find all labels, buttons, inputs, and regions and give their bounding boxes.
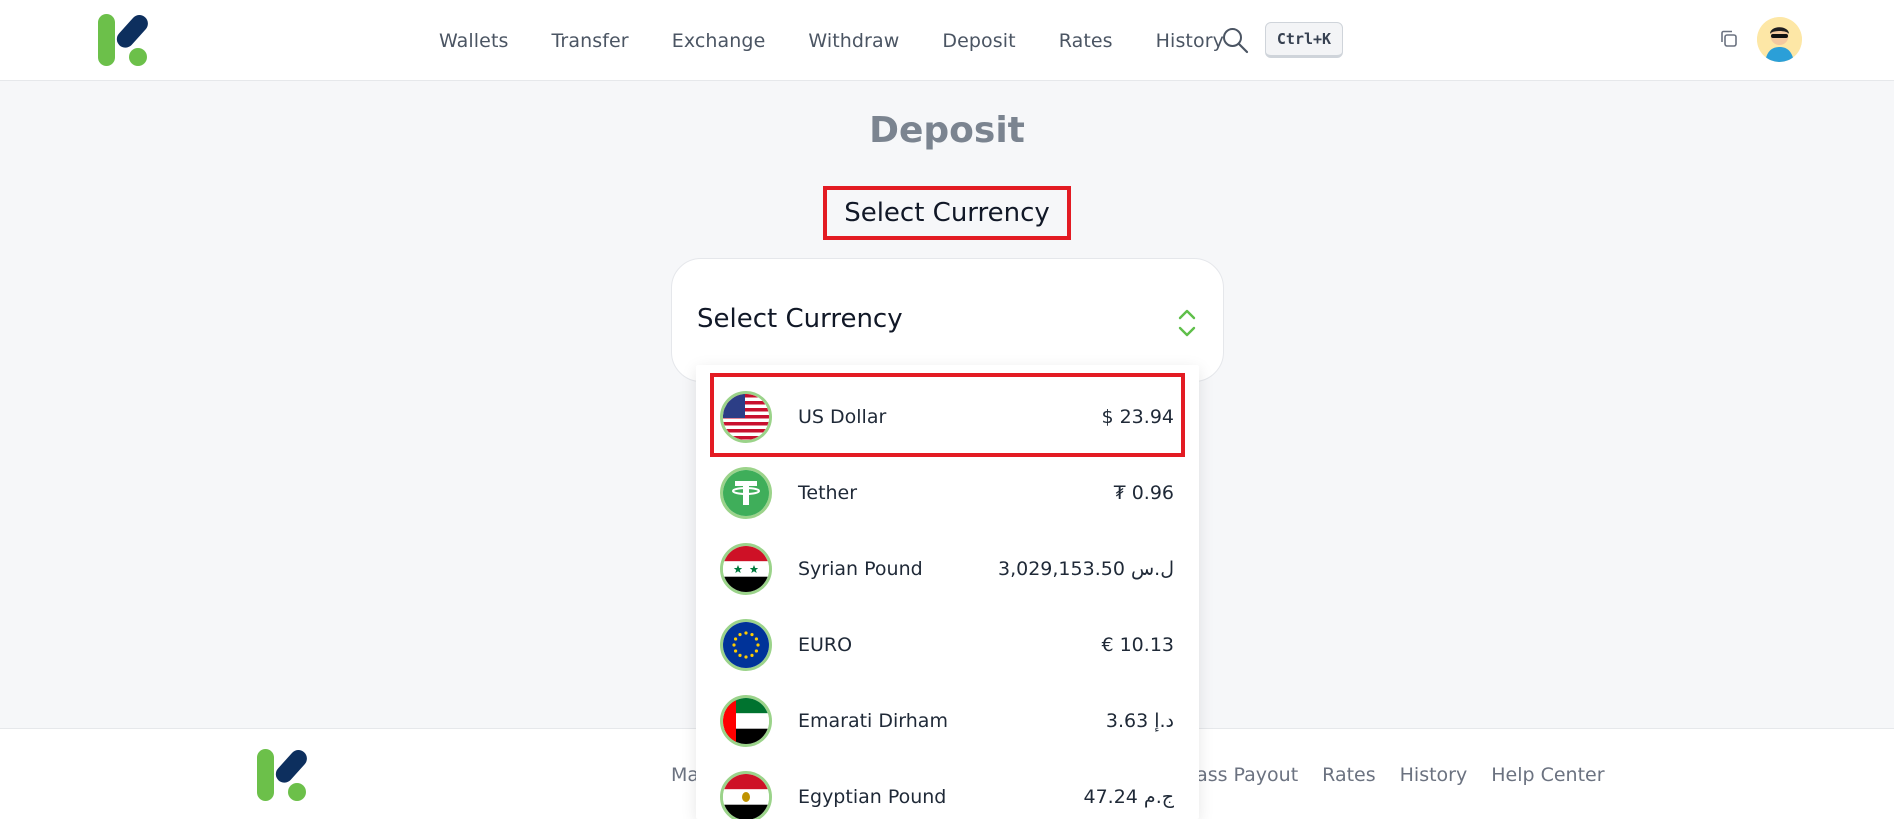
chevron-up-down-icon xyxy=(1178,309,1196,337)
currency-option-eur[interactable]: EURO € 10.13 xyxy=(696,607,1199,683)
currency-name: Egyptian Pound xyxy=(798,786,947,808)
currency-balance: ₮ 0.96 xyxy=(1113,482,1174,504)
nav-wallets[interactable]: Wallets xyxy=(439,30,509,52)
currency-balance: د.إ 3.63 xyxy=(1105,710,1174,732)
currency-name: EURO xyxy=(798,634,853,656)
currency-name: Tether xyxy=(798,482,858,504)
currency-select[interactable]: Select Currency xyxy=(671,258,1224,382)
main-nav: Wallets Transfer Exchange Withdraw Depos… xyxy=(439,0,1224,81)
currency-balance: € 10.13 xyxy=(1101,634,1174,656)
currency-option-aed[interactable]: Emarati Dirham د.إ 3.63 xyxy=(696,683,1199,759)
nav-exchange[interactable]: Exchange xyxy=(672,30,766,52)
egypt-flag-icon xyxy=(720,771,772,819)
us-flag-icon xyxy=(720,391,772,443)
currency-dropdown: US Dollar $ 23.94 Tether ₮ 0.96 Syrian P… xyxy=(696,365,1199,819)
syria-flag-icon xyxy=(720,543,772,595)
tether-icon xyxy=(720,467,772,519)
top-navbar: Wallets Transfer Exchange Withdraw Depos… xyxy=(0,0,1894,81)
select-currency-heading: Select Currency xyxy=(823,186,1071,240)
currency-select-placeholder: Select Currency xyxy=(697,304,903,334)
footer-link-partial-left[interactable]: Ma xyxy=(671,764,699,786)
currency-option-syp[interactable]: Syrian Pound ل.س 3,029,153.50 xyxy=(696,531,1199,607)
footer-link-help-center[interactable]: Help Center xyxy=(1491,764,1604,786)
nav-transfer[interactable]: Transfer xyxy=(552,30,629,52)
page-title: Deposit xyxy=(869,110,1025,151)
brand-logo[interactable] xyxy=(96,12,152,68)
currency-balance: ج.م 47.24 xyxy=(1083,786,1174,808)
nav-deposit[interactable]: Deposit xyxy=(942,30,1015,52)
currency-name: Emarati Dirham xyxy=(798,710,948,732)
currency-name: US Dollar xyxy=(798,406,887,428)
search-shortcut-badge[interactable]: Ctrl+K xyxy=(1265,22,1343,58)
footer-brand-logo[interactable] xyxy=(255,747,311,803)
currency-balance: ل.س 3,029,153.50 xyxy=(998,558,1174,580)
nav-withdraw[interactable]: Withdraw xyxy=(808,30,899,52)
copy-icon[interactable] xyxy=(1719,29,1739,49)
currency-option-egp[interactable]: Egyptian Pound ج.م 47.24 xyxy=(696,759,1199,819)
uae-flag-icon xyxy=(720,695,772,747)
eu-flag-icon xyxy=(720,619,772,671)
nav-rates[interactable]: Rates xyxy=(1059,30,1113,52)
user-avatar[interactable] xyxy=(1757,17,1802,62)
nav-history[interactable]: History xyxy=(1156,30,1224,52)
currency-option-usd[interactable]: US Dollar $ 23.94 xyxy=(696,379,1199,455)
currency-name: Syrian Pound xyxy=(798,558,923,580)
currency-balance: $ 23.94 xyxy=(1101,406,1174,428)
avatar-icon xyxy=(1757,17,1802,62)
footer-link-history[interactable]: History xyxy=(1400,764,1468,786)
currency-option-tether[interactable]: Tether ₮ 0.96 xyxy=(696,455,1199,531)
footer-link-rates[interactable]: Rates xyxy=(1322,764,1375,786)
search-icon[interactable] xyxy=(1221,26,1249,54)
